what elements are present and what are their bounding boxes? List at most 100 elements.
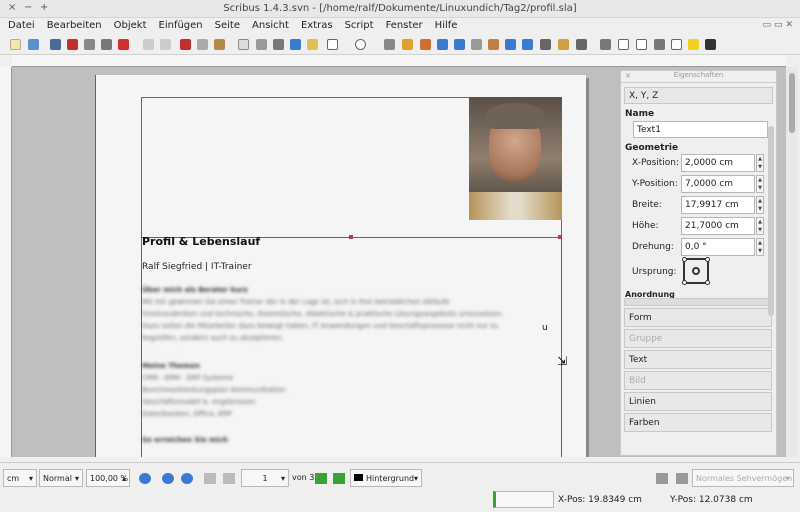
menu-fenster[interactable]: Fenster bbox=[378, 18, 427, 31]
link-annotation-icon[interactable] bbox=[705, 39, 716, 50]
menu-einfuegen[interactable]: Einfügen bbox=[151, 18, 207, 31]
new-document-icon[interactable] bbox=[10, 39, 21, 50]
last-page-icon[interactable] bbox=[333, 473, 345, 484]
line-icon[interactable] bbox=[384, 39, 395, 50]
zoom-actual-icon[interactable] bbox=[162, 473, 174, 484]
rotation-spinner-icon[interactable]: ▲ ▼ bbox=[756, 238, 764, 256]
width-spinner-icon[interactable]: ▲ ▼ bbox=[756, 196, 764, 214]
rotation-input[interactable]: 0,0 ° bbox=[681, 238, 755, 256]
origin-top-left-icon[interactable] bbox=[682, 257, 687, 262]
xyz-section-tab[interactable]: X, Y, Z bbox=[624, 87, 773, 104]
close-panel-icon[interactable]: ✕ bbox=[625, 72, 631, 80]
scrollbar-thumb[interactable] bbox=[789, 73, 795, 133]
panel-horizontal-scrollbar[interactable] bbox=[624, 298, 773, 306]
frame-handle-top[interactable] bbox=[349, 235, 353, 239]
menu-datei[interactable]: Datei bbox=[0, 18, 39, 31]
edit-text-icon[interactable] bbox=[488, 39, 499, 50]
section-image[interactable]: Bild bbox=[624, 371, 772, 390]
page-number-input[interactable]: 1 ▾ bbox=[241, 469, 289, 487]
vision-mode-select[interactable]: Normales Sehvermögen ▾ bbox=[692, 469, 794, 487]
document-subheading[interactable]: Ralf Siegfried | IT-Trainer bbox=[142, 262, 252, 272]
pdf-listbox-icon[interactable] bbox=[671, 39, 682, 50]
origin-center-icon[interactable] bbox=[692, 267, 700, 275]
preview-mode-icon[interactable] bbox=[656, 473, 668, 484]
origin-selector-icon[interactable] bbox=[682, 257, 710, 285]
object-name-input[interactable]: Text1 bbox=[633, 121, 768, 138]
section-lines[interactable]: Linien bbox=[624, 392, 772, 411]
redo-icon[interactable] bbox=[160, 39, 171, 50]
measure-icon[interactable] bbox=[540, 39, 551, 50]
color-vision-icon[interactable] bbox=[676, 473, 688, 484]
save-icon[interactable] bbox=[50, 39, 61, 50]
undo-icon[interactable] bbox=[143, 39, 154, 50]
zoom-input[interactable]: 100,00 % ▴ bbox=[86, 469, 130, 487]
close-document-icon[interactable] bbox=[67, 39, 78, 50]
next-page-icon[interactable] bbox=[315, 473, 327, 484]
previous-page-icon[interactable] bbox=[223, 473, 235, 484]
panel-vertical-scrollbar[interactable] bbox=[768, 126, 774, 316]
zoom-icon[interactable] bbox=[454, 39, 465, 50]
menu-bearbeiten[interactable]: Bearbeiten bbox=[39, 18, 106, 31]
document-window-controls-icon[interactable]: ▭▭✕ bbox=[762, 20, 796, 30]
table-icon[interactable] bbox=[307, 39, 318, 50]
x-position-input[interactable]: 2,0000 cm bbox=[681, 154, 755, 172]
menu-ansicht[interactable]: Ansicht bbox=[244, 18, 293, 31]
first-page-icon[interactable] bbox=[204, 473, 216, 484]
polygon-icon[interactable] bbox=[355, 39, 366, 50]
bezier-icon[interactable] bbox=[402, 39, 413, 50]
section-text[interactable]: Text bbox=[624, 350, 772, 369]
y-position-input[interactable]: 7,0000 cm bbox=[681, 175, 755, 193]
rotate-icon[interactable] bbox=[437, 39, 448, 50]
origin-bottom-left-icon[interactable] bbox=[682, 280, 687, 285]
width-input[interactable]: 17,9917 cm bbox=[681, 196, 755, 214]
x-position-spinner-icon[interactable]: ▲ ▼ bbox=[756, 154, 764, 172]
unit-select[interactable]: cm ▾ bbox=[3, 469, 37, 487]
pdf-textfield-icon[interactable] bbox=[618, 39, 629, 50]
print-icon[interactable] bbox=[84, 39, 95, 50]
copy-properties-icon[interactable] bbox=[558, 39, 569, 50]
height-spinner-icon[interactable]: ▲ ▼ bbox=[756, 217, 764, 235]
section-group[interactable]: Gruppe bbox=[624, 329, 772, 348]
menu-hilfe[interactable]: Hilfe bbox=[427, 18, 462, 31]
link-frames-icon[interactable] bbox=[505, 39, 516, 50]
export-pdf-icon[interactable] bbox=[118, 39, 129, 50]
shape-icon[interactable] bbox=[327, 39, 338, 50]
open-document-icon[interactable] bbox=[28, 39, 39, 50]
document-heading[interactable]: Profil & Lebenslauf bbox=[142, 235, 260, 248]
section-colors[interactable]: Farben bbox=[624, 413, 772, 432]
freehand-icon[interactable] bbox=[420, 39, 431, 50]
copy-icon[interactable] bbox=[197, 39, 208, 50]
edit-contents-icon[interactable] bbox=[471, 39, 482, 50]
text-annotation-icon[interactable] bbox=[688, 39, 699, 50]
menu-script[interactable]: Script bbox=[337, 18, 378, 31]
select-tool-icon[interactable] bbox=[238, 39, 249, 50]
paste-icon[interactable] bbox=[214, 39, 225, 50]
cut-icon[interactable] bbox=[180, 39, 191, 50]
zoom-in-icon[interactable] bbox=[181, 473, 193, 484]
frame-handle-top-right[interactable] bbox=[558, 235, 562, 239]
menu-objekt[interactable]: Objekt bbox=[106, 18, 151, 31]
zoom-out-icon[interactable] bbox=[139, 473, 151, 484]
menu-seite[interactable]: Seite bbox=[207, 18, 244, 31]
profile-photo[interactable] bbox=[469, 97, 562, 220]
text-frame-icon[interactable] bbox=[256, 39, 267, 50]
image-frame-icon[interactable] bbox=[273, 39, 284, 50]
height-input[interactable]: 21,7000 cm bbox=[681, 217, 755, 235]
vertical-scrollbar[interactable] bbox=[786, 67, 798, 457]
pdf-combobox-icon[interactable] bbox=[654, 39, 665, 50]
pdf-checkbox-icon[interactable] bbox=[636, 39, 647, 50]
vertical-ruler[interactable] bbox=[0, 67, 12, 457]
section-shape[interactable]: Form bbox=[624, 308, 772, 327]
layer-select[interactable]: Hintergrund ▾ bbox=[350, 469, 422, 487]
origin-top-right-icon[interactable] bbox=[705, 257, 710, 262]
y-position-spinner-icon[interactable]: ▲ ▼ bbox=[756, 175, 764, 193]
pdf-button-icon[interactable] bbox=[600, 39, 611, 50]
image-mode-select[interactable]: Normal ▾ bbox=[39, 469, 83, 487]
unlink-frames-icon[interactable] bbox=[522, 39, 533, 50]
eyedropper-icon[interactable] bbox=[576, 39, 587, 50]
horizontal-ruler[interactable] bbox=[12, 55, 786, 67]
menu-extras[interactable]: Extras bbox=[293, 18, 337, 31]
render-frame-icon[interactable] bbox=[290, 39, 301, 50]
preflight-icon[interactable] bbox=[101, 39, 112, 50]
origin-bottom-right-icon[interactable] bbox=[705, 280, 710, 285]
